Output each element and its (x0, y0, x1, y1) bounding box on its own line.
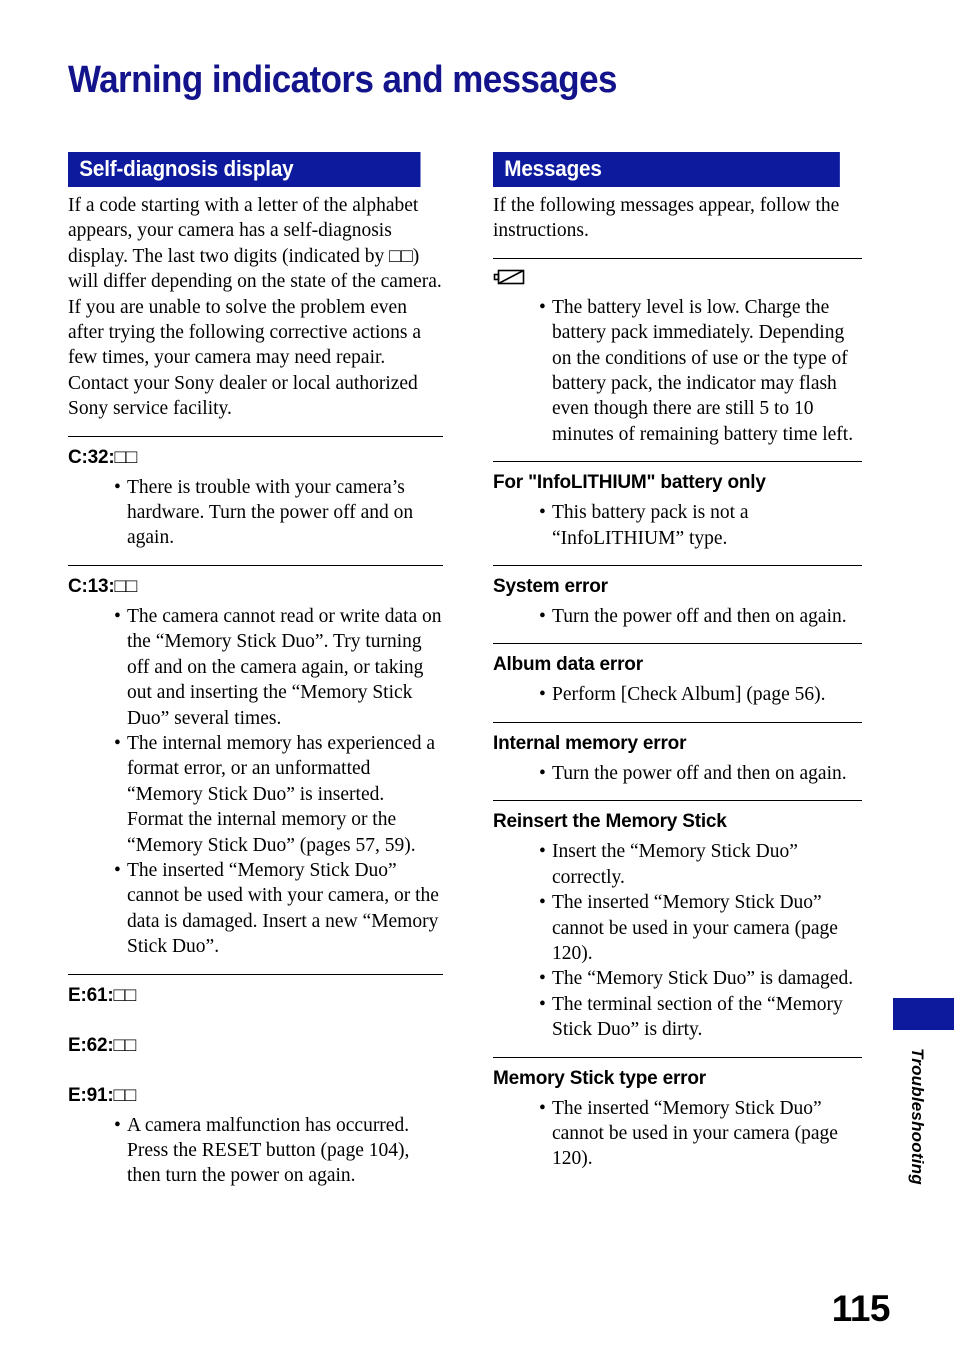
low-battery-icon-row (493, 267, 862, 293)
section-divider (68, 435, 443, 437)
message-heading: Memory Stick type error (493, 1067, 706, 1089)
column-messages: Messages If the following messages appea… (493, 152, 862, 1172)
list-item: Perform [Check Album] (page 56). (539, 682, 862, 708)
error-code-bullet-list: The camera cannot read or write data on … (68, 604, 443, 960)
error-code-heading: E:61:□□ (68, 984, 137, 1006)
message-heading: Album data error (493, 654, 643, 676)
section-banner-self-diagnosis: Self-diagnosis display (68, 152, 443, 193)
error-code-heading: C:13:□□ (68, 575, 138, 597)
intro-paragraph: If a code starting with a letter of the … (68, 195, 442, 293)
list-item: A camera malfunction has occurred. Press… (114, 1113, 443, 1189)
message-heading: For "InfoLITHIUM" battery only (493, 472, 766, 494)
list-item: Turn the power off and then on again. (539, 604, 862, 630)
message-bullet-list: Perform [Check Album] (page 56). (493, 682, 862, 708)
list-item: The battery level is low. Charge the bat… (539, 295, 862, 447)
list-item: The internal memory has experienced a fo… (114, 731, 443, 858)
message-bullet-list: The inserted “Memory Stick Duo” cannot b… (493, 1096, 862, 1172)
page-number: 115 (831, 1288, 891, 1329)
intro-paragraph: If you are unable to solve the problem e… (68, 296, 422, 420)
message-heading: System error (493, 576, 608, 598)
error-code-heading: E:62:□□ (68, 1034, 137, 1056)
page-title: Warning indicators and messages (68, 59, 617, 102)
list-item: The inserted “Memory Stick Duo” cannot b… (114, 858, 443, 960)
message-bullet-list: Insert the “Memory Stick Duo” correctly.… (493, 839, 862, 1042)
battery-bullet-list: The battery level is low. Charge the bat… (493, 295, 862, 447)
section-divider (493, 565, 862, 567)
list-item: Turn the power off and then on again. (539, 761, 862, 787)
column-self-diagnosis: Self-diagnosis display If a code startin… (68, 152, 443, 1189)
message-bullet-list: This battery pack is not a “InfoLITHIUM”… (493, 500, 862, 551)
list-item: There is trouble with your camera’s hard… (114, 475, 443, 551)
section-divider (493, 1056, 862, 1058)
section-divider (493, 461, 862, 463)
section-banner-messages: Messages (493, 152, 862, 193)
message-bullet-list: Turn the power off and then on again. (493, 761, 862, 787)
section-divider (68, 973, 443, 975)
list-item: Insert the “Memory Stick Duo” correctly. (539, 839, 862, 890)
list-item: The inserted “Memory Stick Duo” cannot b… (539, 1096, 862, 1172)
section-divider (493, 800, 862, 802)
list-item: The terminal section of the “Memory Stic… (539, 992, 862, 1043)
side-tab-marker (893, 998, 954, 1030)
list-item: This battery pack is not a “InfoLITHIUM”… (539, 500, 862, 551)
section-divider (493, 257, 862, 259)
list-item: The “Memory Stick Duo” is damaged. (539, 966, 862, 992)
message-heading: Internal memory error (493, 732, 687, 754)
error-code-heading: E:91:□□ (68, 1084, 137, 1106)
error-code-bullet-list: A camera malfunction has occurred. Press… (68, 1113, 443, 1189)
section-divider (493, 643, 862, 645)
section-divider (68, 564, 443, 566)
section-banner-label: Messages (493, 152, 840, 187)
list-item: The camera cannot read or write data on … (114, 604, 443, 731)
intro-paragraph: If the following messages appear, follow… (493, 195, 840, 242)
side-tab-label: Troubleshooting (908, 1048, 927, 1185)
error-code-heading: C:32:□□ (68, 446, 138, 468)
section-divider (493, 721, 862, 723)
message-bullet-list: Turn the power off and then on again. (493, 604, 862, 630)
error-code-bullet-list: There is trouble with your camera’s hard… (68, 475, 443, 551)
message-heading: Reinsert the Memory Stick (493, 811, 727, 833)
list-item: The inserted “Memory Stick Duo” cannot b… (539, 890, 862, 966)
low-battery-icon (493, 269, 525, 285)
section-banner-label: Self-diagnosis display (68, 152, 421, 187)
